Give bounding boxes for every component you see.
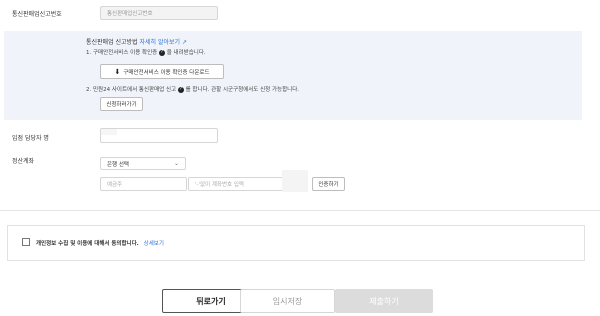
step2-text: 2. 민원24 사이트에서 통신판매업 신고 [86,87,177,93]
info-title-text: 통신판매업 신고방법 [86,39,138,46]
chevron-down-icon: ⌄ [173,160,179,167]
download-certificate-button[interactable]: ⬇ 구매안전서비스 이용 확인증 다운로드 [100,64,224,79]
bank-select[interactable]: 은행 선택 ⌄ [100,157,186,170]
step2-tail: 를 합니다. 관할 시군구청에서도 신청 가능합니다. [185,87,300,93]
temp-save-button[interactable]: 임시저장 [240,289,335,313]
question-icon[interactable]: ? [158,49,165,56]
consent-checkbox[interactable] [22,238,30,246]
external-link-icon[interactable]: ↗ [182,39,187,46]
settlement-label: 정산계좌 [12,158,35,165]
step1-tail: 을 내려받습니다. [166,50,206,56]
account-holder-input[interactable]: 예금주 [100,177,187,191]
info-detail-link[interactable]: 자세히 알아보기 [140,39,181,46]
consent-label: 개인정보 수집 및 이용에 대해서 동의합니다. [36,241,139,247]
submit-button[interactable]: 제출하기 [335,289,433,313]
bank-select-value: 은행 선택 [107,161,129,168]
consent-box: 개인정보 수집 및 이용에 대해서 동의합니다. 상세보기 [7,225,585,261]
info-step1: 1. 구매안전서비스 이용 확인증 ? 을 내려받습니다. [86,48,206,56]
redacted-area [282,170,308,192]
info-step2: 2. 민원24 사이트에서 통신판매업 신고 ? 를 합니다. 관할 시군구청에… [86,85,299,93]
manager-name-input[interactable] [100,128,218,143]
consent-text: 개인정보 수집 및 이용에 대해서 동의합니다. 상세보기 [36,239,164,247]
manager-label: 입점 담당자 명 [12,135,49,142]
redacted-area [101,129,117,135]
verify-button[interactable]: 인증하기 [312,177,345,191]
apply-button[interactable]: 신청하러가기 [100,97,143,111]
reg-number-label: 통신판매업신고번호 [12,11,62,18]
download-icon: ⬇ [114,67,121,76]
reg-number-input[interactable]: 통신판매업신고번호 [100,6,218,20]
info-box-title: 통신판매업 신고방법 자세히 알아보기 ↗ [86,37,187,46]
download-button-label: 구매안전서비스 이용 확인증 다운로드 [123,69,210,76]
step1-text: 1. 구매안전서비스 이용 확인증 [86,50,158,56]
question-icon[interactable]: ? [177,86,184,93]
consent-detail-link[interactable]: 상세보기 [144,241,164,247]
section-divider [0,210,600,211]
